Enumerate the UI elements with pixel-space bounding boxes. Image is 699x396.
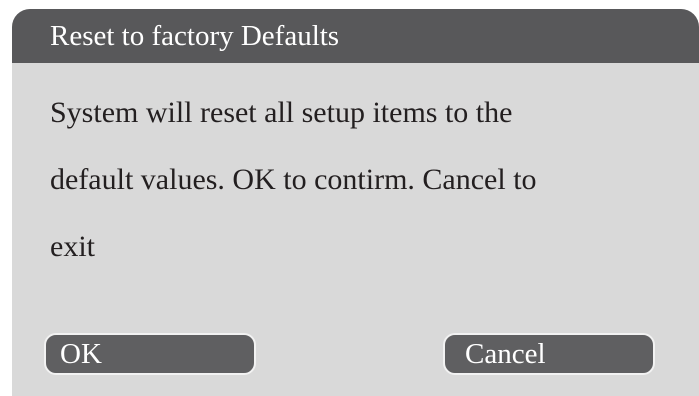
dialog-title: Reset to factory Defaults	[50, 20, 340, 52]
dialog-message-line-2: default values. OK to contirm. Cancel to	[50, 163, 537, 196]
ok-button[interactable]: OK	[44, 333, 256, 375]
dialog-message-line-1: System will reset all setup items to the	[50, 96, 513, 129]
reset-defaults-dialog: Reset to factory Defaults System will re…	[12, 9, 699, 396]
cancel-button[interactable]: Cancel	[443, 333, 655, 375]
dialog-message-line-3: exit	[50, 230, 95, 263]
dialog-title-bar: Reset to factory Defaults	[12, 9, 699, 63]
dialog-message: System will reset all setup items to the…	[50, 79, 670, 280]
